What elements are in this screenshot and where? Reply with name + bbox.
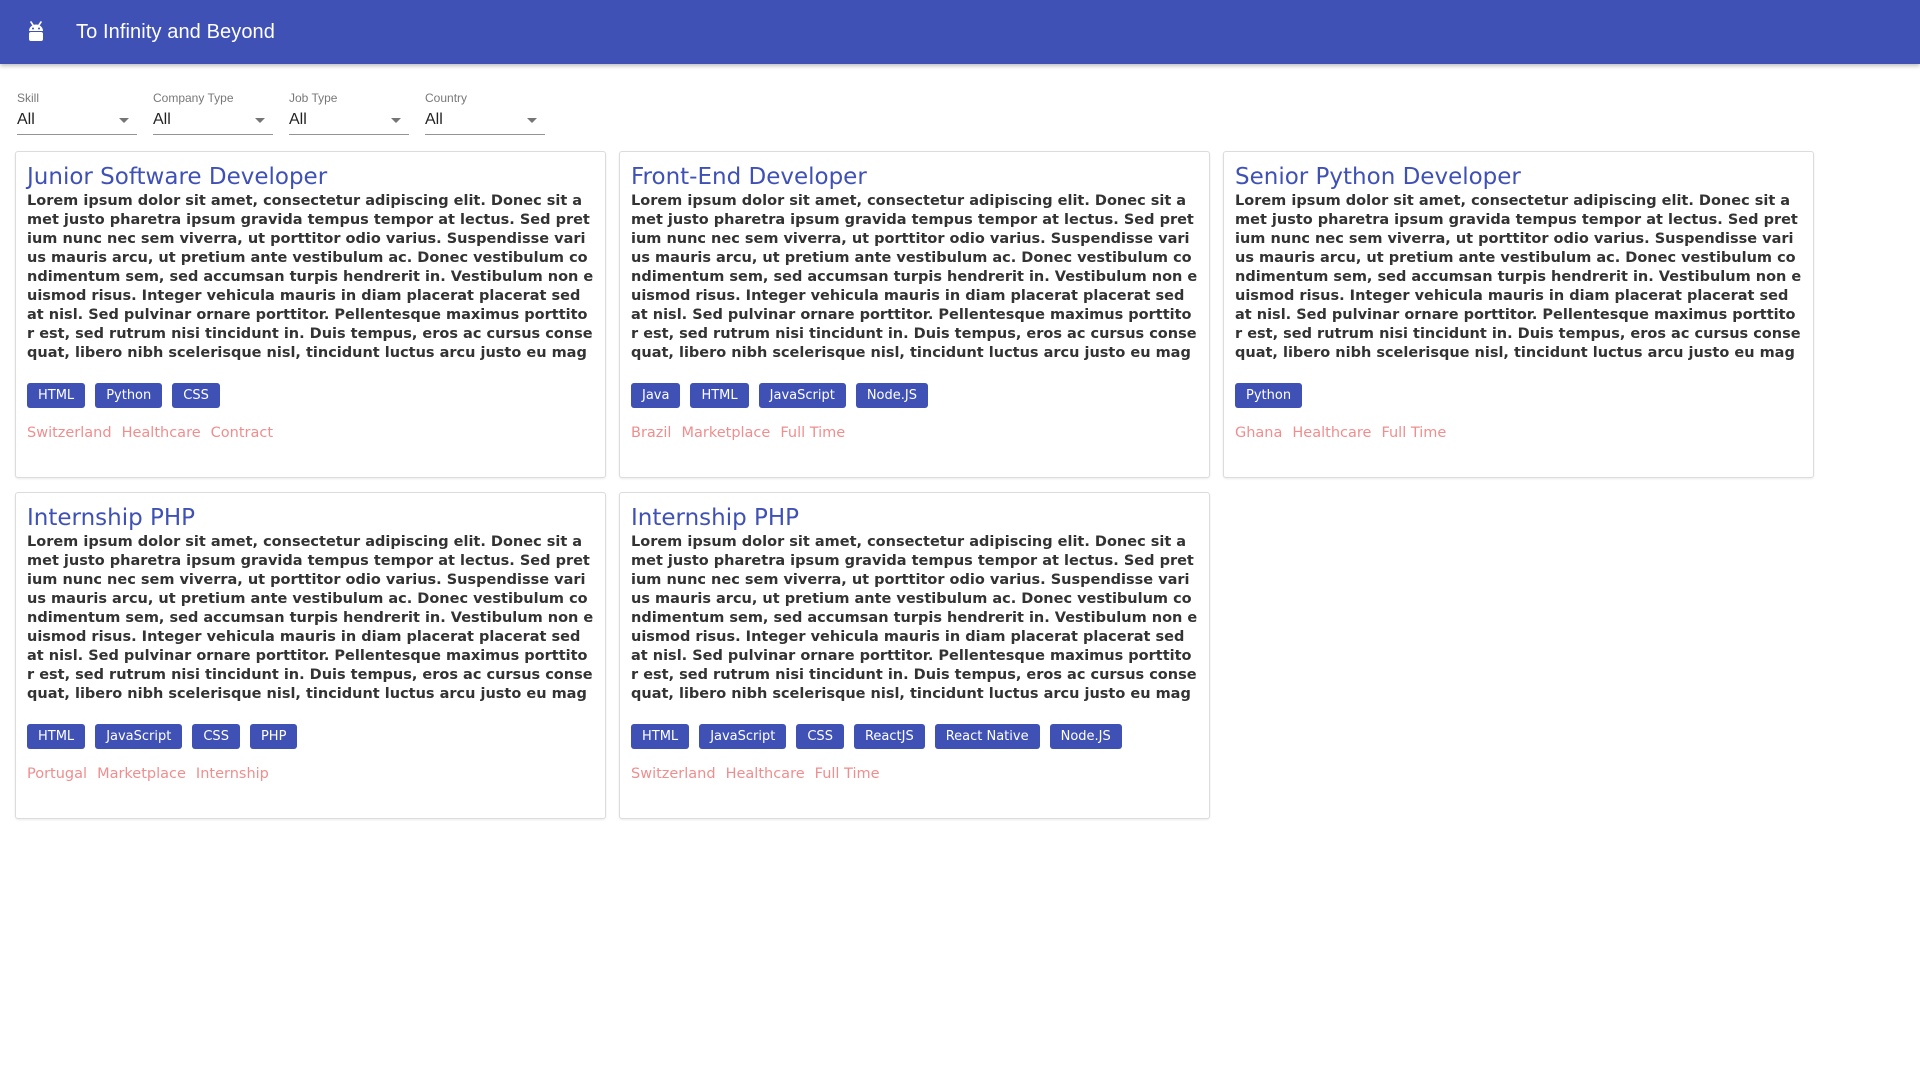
app-title: To Infinity and Beyond [76, 20, 275, 43]
job-type: Full Time [1381, 425, 1447, 441]
skill-tag[interactable]: HTML [690, 383, 749, 408]
job-type: Contract [210, 425, 274, 441]
country-select[interactable]: All [425, 106, 545, 135]
job-type: Full Time [814, 766, 880, 782]
job-company-type: Marketplace [681, 425, 771, 441]
dropdown-arrow-icon [391, 118, 401, 123]
filter-bar: Skill All Company Type All Job Type All … [17, 90, 561, 135]
job-title[interactable]: Front-End Developer [631, 162, 1198, 192]
skill-tag[interactable]: CSS [172, 383, 220, 408]
skill-select[interactable]: All [17, 106, 137, 135]
skill-tag[interactable]: HTML [631, 724, 690, 749]
job-description: Lorem ipsum dolor sit amet, consectetur … [631, 534, 1198, 702]
job-company-type: Marketplace [97, 766, 186, 782]
skill-tag[interactable]: Python [1235, 383, 1303, 408]
job-title[interactable]: Senior Python Developer [1235, 162, 1802, 192]
filter-country-label: Country [425, 91, 468, 105]
company-type-select[interactable]: All [153, 106, 273, 135]
job-card[interactable]: Senior Python Developer Lorem ipsum dolo… [1223, 151, 1814, 478]
job-type: Full Time [780, 425, 846, 441]
job-meta: Switzerland Healthcare Contract [27, 425, 594, 441]
skill-tags: HTML JavaScript CSS ReactJS React Native… [631, 724, 1198, 749]
job-title[interactable]: Internship PHP [631, 503, 1198, 533]
skill-tags: Python [1235, 383, 1802, 408]
skill-tag[interactable]: CSS [796, 724, 844, 749]
skill-tag[interactable]: ReactJS [853, 724, 925, 749]
job-country: Switzerland [631, 766, 716, 782]
skill-tag[interactable]: CSS [192, 724, 240, 749]
dropdown-arrow-icon [119, 118, 129, 123]
filter-skill-label: Skill [17, 91, 40, 105]
job-card[interactable]: Internship PHP Lorem ipsum dolor sit ame… [619, 492, 1210, 819]
job-title[interactable]: Internship PHP [27, 503, 594, 533]
job-meta: Ghana Healthcare Full Time [1235, 425, 1802, 441]
skill-tag[interactable]: JavaScript [95, 724, 183, 749]
skill-tags: HTML Python CSS [27, 383, 594, 408]
job-description: Lorem ipsum dolor sit amet, consectetur … [27, 534, 594, 702]
skill-tag[interactable]: PHP [249, 724, 298, 749]
job-country: Ghana [1235, 425, 1283, 441]
job-country: Switzerland [27, 425, 112, 441]
job-description: Lorem ipsum dolor sit amet, consectetur … [27, 193, 594, 361]
dropdown-arrow-icon [527, 118, 537, 123]
skill-tag[interactable]: HTML [27, 724, 86, 749]
job-description: Lorem ipsum dolor sit amet, consectetur … [631, 193, 1198, 361]
skill-tags: HTML JavaScript CSS PHP [27, 724, 594, 749]
job-meta: Brazil Marketplace Full Time [631, 425, 1198, 441]
dropdown-arrow-icon [255, 118, 265, 123]
job-meta: Switzerland Healthcare Full Time [631, 766, 1198, 782]
job-card[interactable]: Junior Software Developer Lorem ipsum do… [15, 151, 606, 478]
skill-tag[interactable]: JavaScript [699, 724, 787, 749]
job-company-type: Healthcare [725, 766, 805, 782]
filter-country: Country All [425, 90, 545, 135]
job-type: Internship [195, 766, 269, 782]
job-country: Brazil [631, 425, 672, 441]
job-card[interactable]: Front-End Developer Lorem ipsum dolor si… [619, 151, 1210, 478]
skill-tag[interactable]: React Native [934, 724, 1040, 749]
filter-company-type-label: Company Type [153, 91, 234, 105]
filter-company-type: Company Type All [153, 90, 273, 135]
job-country: Portugal [27, 766, 88, 782]
filter-job-type-label: Job Type [289, 91, 338, 105]
skill-tag[interactable]: Python [95, 383, 163, 408]
country-select-value: All [425, 111, 443, 128]
job-title[interactable]: Junior Software Developer [27, 162, 594, 192]
job-company-type: Healthcare [1292, 425, 1372, 441]
company-type-select-value: All [153, 111, 171, 128]
skill-tag[interactable]: HTML [27, 383, 86, 408]
skill-tag[interactable]: Java [631, 383, 681, 408]
app-bar: To Infinity and Beyond [0, 0, 1920, 64]
android-icon[interactable] [22, 18, 50, 46]
job-card[interactable]: Internship PHP Lorem ipsum dolor sit ame… [15, 492, 606, 819]
job-meta: Portugal Marketplace Internship [27, 766, 594, 782]
job-description: Lorem ipsum dolor sit amet, consectetur … [1235, 193, 1802, 361]
skill-tag[interactable]: JavaScript [758, 383, 846, 408]
filter-skill: Skill All [17, 90, 137, 135]
job-company-type: Healthcare [121, 425, 201, 441]
skill-tags: Java HTML JavaScript Node.JS [631, 383, 1198, 408]
filter-job-type: Job Type All [289, 90, 409, 135]
skill-tag[interactable]: Node.JS [855, 383, 928, 408]
skill-select-value: All [17, 111, 35, 128]
skill-tag[interactable]: Node.JS [1049, 724, 1122, 749]
job-type-select-value: All [289, 111, 307, 128]
job-type-select[interactable]: All [289, 106, 409, 135]
